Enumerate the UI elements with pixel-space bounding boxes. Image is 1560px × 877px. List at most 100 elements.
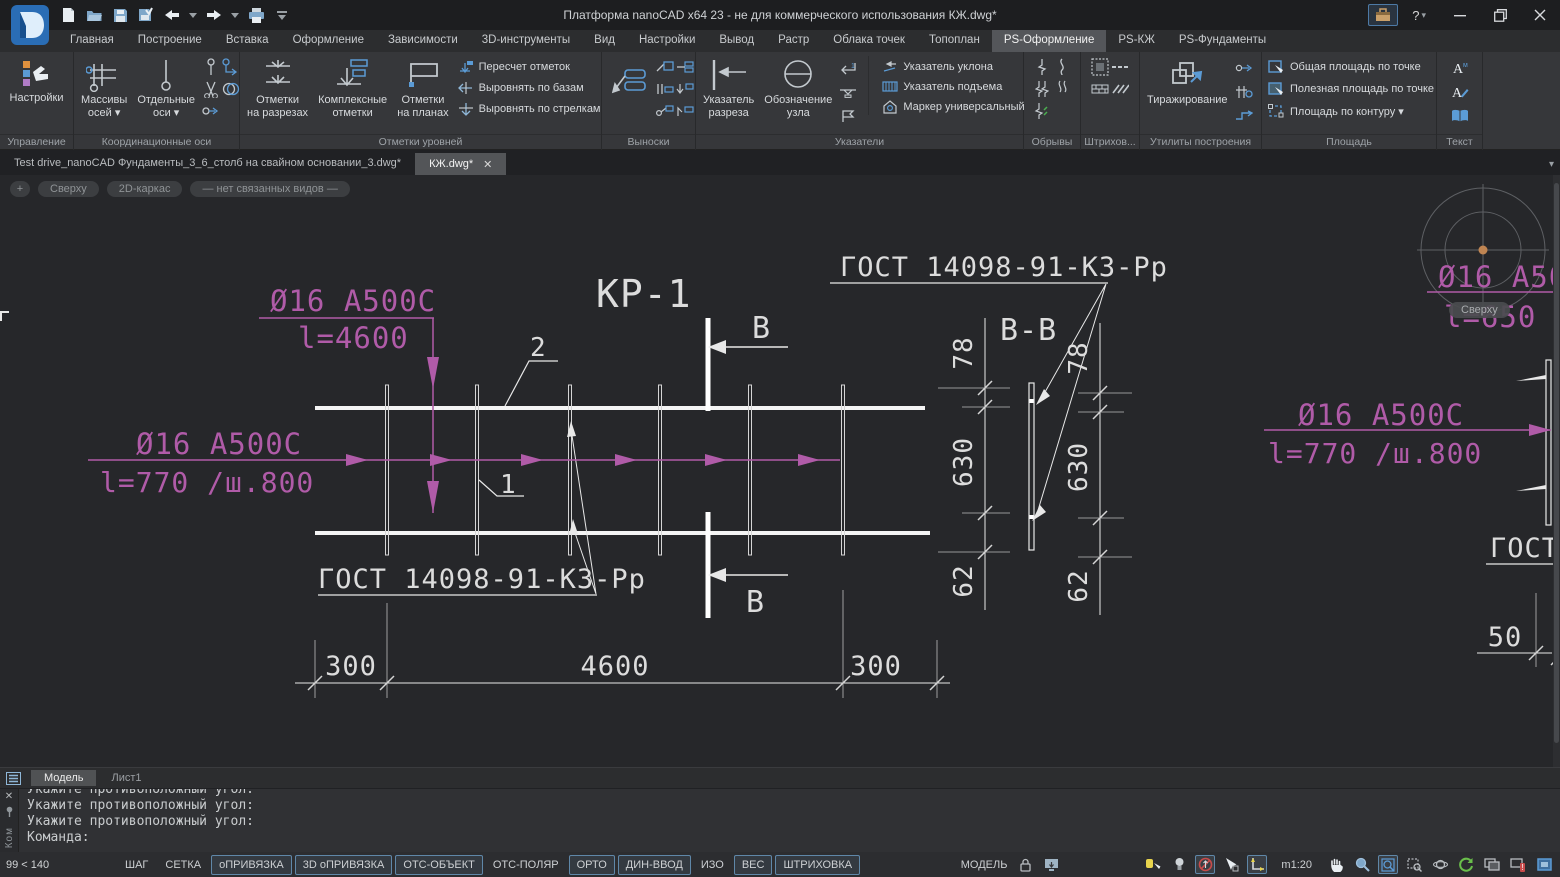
complex-marks-button[interactable]: Комплексные отметки (314, 56, 391, 121)
util-axis-arrow-icon[interactable] (1235, 61, 1253, 75)
tab-ps-oformlenie[interactable]: PS-Оформление (992, 30, 1107, 52)
panel-label-utility[interactable]: Утилиты построения (1140, 134, 1261, 150)
toggle-ves[interactable]: ВЕС (734, 855, 773, 875)
tab-vid[interactable]: Вид (582, 30, 627, 52)
doc-tab-testdrive[interactable]: Test drive_nanoCAD Фундаменты_3_6_столб … (0, 153, 415, 175)
open-button[interactable] (84, 5, 104, 25)
command-prompt[interactable]: Команда: (27, 830, 1560, 846)
align-to-arrows-button[interactable]: Выровнять по стрелкам (455, 101, 604, 117)
sheet-tab-model[interactable]: Модель (31, 770, 96, 786)
break-line-icon[interactable] (1036, 58, 1048, 76)
leader-note-button[interactable] (605, 56, 653, 112)
single-axis-button[interactable]: Отдельные оси ▾ (133, 56, 199, 121)
util-step-icon[interactable] (1235, 110, 1253, 122)
replication-button[interactable]: Тиражирование (1143, 56, 1232, 109)
tab-postroenie[interactable]: Построение (126, 30, 214, 52)
ucs-icon[interactable] (1247, 855, 1267, 874)
drawing-canvas[interactable]: + Сверху 2D-каркас — нет связанных видов… (0, 175, 1560, 767)
qat-customize-button[interactable] (272, 5, 292, 25)
product-box-icon[interactable] (1368, 4, 1398, 26)
save-all-button[interactable] (136, 5, 156, 25)
tab-oformlenie[interactable]: Оформление (281, 30, 376, 52)
view-mark-icon[interactable]: 1 (839, 61, 857, 75)
text-create-icon[interactable]: Aм (1451, 60, 1469, 76)
bulb-icon[interactable] (1169, 855, 1189, 874)
tab-ps-kzh[interactable]: PS-КЖ (1106, 30, 1167, 52)
tab-vyvod[interactable]: Вывод (707, 30, 766, 52)
undo-caret[interactable] (188, 5, 198, 25)
tab-topoplan[interactable]: Топоплан (917, 30, 992, 52)
tab-glavnaya[interactable]: Главная (58, 30, 126, 52)
dictionary-icon[interactable] (1451, 109, 1469, 123)
break-double-icon[interactable] (1035, 80, 1049, 98)
node-designation-button[interactable]: Обозначение узла (760, 56, 836, 121)
help-button[interactable]: ? (1412, 8, 1419, 23)
universal-marker-button[interactable]: Маркер универсальный (879, 99, 1027, 115)
vertical-scrollbar[interactable] (1553, 175, 1560, 767)
leader-chain-icon[interactable] (676, 61, 694, 73)
axis-extend-icon[interactable] (222, 58, 240, 76)
tab-oblaka-tochek[interactable]: Облака точек (821, 30, 917, 52)
zoom-extents-icon[interactable] (1378, 855, 1398, 874)
save-button[interactable] (110, 5, 130, 25)
panel-label-upravlenie[interactable]: Управление (0, 134, 73, 150)
annot-monitor-icon[interactable] (1041, 855, 1061, 874)
panel-label-tekst[interactable]: Текст (1437, 134, 1482, 150)
axis-numbering-icon[interactable] (222, 81, 240, 97)
toggle-din-vvod[interactable]: ДИН-ВВОД (618, 855, 691, 875)
locator-view-label[interactable]: Сверху (1449, 302, 1510, 318)
orbit-icon[interactable] (1430, 855, 1450, 874)
toggle-oprivyazka[interactable]: оПРИВЯЗКА (211, 855, 292, 875)
panel-label-ukazateli[interactable]: Указатели (696, 134, 1023, 150)
hatch-dashes-icon[interactable] (1111, 64, 1129, 70)
hatch-bricks-icon[interactable] (1091, 84, 1109, 94)
break-curve-icon[interactable] (1057, 58, 1067, 76)
minimize-button[interactable] (1440, 1, 1480, 29)
sheet-list-icon[interactable] (6, 772, 21, 785)
new-file-button[interactable] (58, 5, 78, 25)
panel-label-obryvy[interactable]: Обрывы (1024, 134, 1080, 150)
lock-icon[interactable] (1015, 855, 1035, 874)
command-pin-icon[interactable] (5, 806, 14, 817)
doc-tab-kzh[interactable]: КЖ.dwg* ✕ (415, 153, 506, 175)
leader-node-icon[interactable] (656, 61, 674, 73)
tab-vstavka[interactable]: Вставка (214, 30, 281, 52)
zoom-window-icon[interactable] (1404, 855, 1424, 874)
hatch-slashes-icon[interactable] (1111, 84, 1129, 94)
panel-label-ploshchad[interactable]: Площадь (1262, 134, 1436, 150)
toggle-izo[interactable]: ИЗО (694, 856, 731, 874)
redo-caret[interactable] (230, 5, 240, 25)
tab-nastroyki[interactable]: Настройки (627, 30, 707, 52)
util-grid-node-icon[interactable] (1235, 85, 1253, 99)
leader-level-icon[interactable] (676, 105, 694, 117)
viewport-add-button[interactable]: + (10, 181, 30, 197)
usable-area-by-point-button[interactable]: Полезная площадь по точке (1265, 81, 1437, 97)
level-line-icon[interactable] (839, 86, 857, 98)
panel-label-otmetki[interactable]: Отметки уровней (240, 134, 601, 150)
space-switch-button[interactable]: МОДЕЛЬ (961, 859, 1008, 871)
pan-icon[interactable] (1326, 855, 1346, 874)
undo-button[interactable] (162, 5, 182, 25)
marks-on-sections-button[interactable]: Отметки на разрезах (243, 56, 312, 121)
nanocad-logo-icon[interactable] (10, 4, 50, 46)
redo-button[interactable] (204, 5, 224, 25)
clean-screen-icon[interactable] (1482, 855, 1502, 874)
axis-arrays-button[interactable]: Массивы осей ▾ (77, 56, 131, 121)
hatch-area-icon[interactable] (1091, 58, 1109, 76)
quick-properties-icon[interactable] (1221, 855, 1241, 874)
viewport-visualstyle-button[interactable]: 2D-каркас (107, 181, 183, 197)
toggle-orto[interactable]: ОРТО (569, 855, 615, 875)
section-pointer-button[interactable]: Указатель разреза (699, 56, 758, 121)
sheet-tab-list1[interactable]: Лист1 (98, 770, 154, 786)
command-close-icon[interactable]: ✕ (5, 791, 13, 802)
text-edit-icon[interactable]: A (1451, 84, 1469, 100)
fullscreen-icon[interactable] (1534, 855, 1554, 874)
tab-ps-fundamenty[interactable]: PS-Фундаменты (1167, 30, 1278, 52)
leader-multi-icon[interactable] (656, 83, 674, 95)
help-caret-icon[interactable]: ▾ (1421, 10, 1426, 21)
toggle-shag[interactable]: ШАГ (118, 856, 155, 874)
slope-pointer-button[interactable]: Указатель уклона (879, 59, 1027, 74)
axis-cut-icon[interactable] (203, 80, 219, 98)
axis-move-icon[interactable] (202, 104, 220, 118)
tab-3d-instrumenty[interactable]: 3D-инструменты (470, 30, 582, 52)
